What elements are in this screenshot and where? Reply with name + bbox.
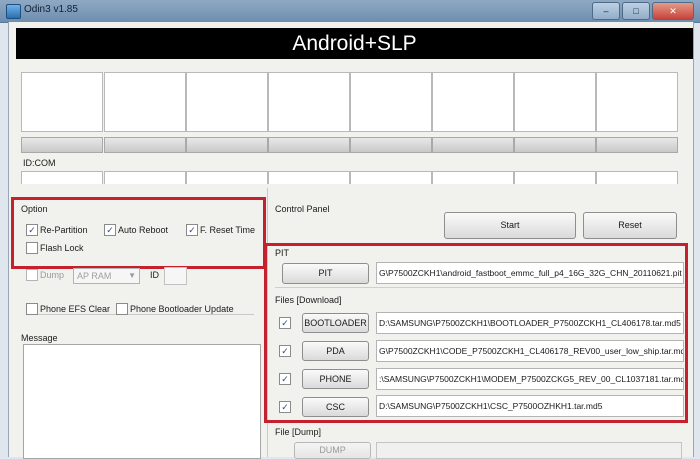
pit-button[interactable]: PIT [282, 263, 369, 284]
odin-app-icon [6, 4, 21, 19]
dump-checkbox[interactable] [26, 269, 38, 281]
maximize-button[interactable]: □ [622, 2, 650, 20]
auto-reboot-checkbox[interactable]: ✓ [104, 224, 116, 236]
id-com-slot [186, 171, 268, 184]
window-controls: – □ ✕ [590, 2, 694, 20]
id-com-slot [268, 171, 350, 184]
f-reset-time-label: F. Reset Time [200, 225, 256, 235]
phone-checkbox[interactable]: ✓ [279, 373, 291, 385]
f-reset-time-checkbox[interactable]: ✓ [186, 224, 198, 236]
device-slot-box [186, 72, 268, 132]
id-input[interactable] [164, 267, 187, 285]
close-button[interactable]: ✕ [652, 2, 694, 20]
re-partition-checkbox[interactable]: ✓ [26, 224, 38, 236]
slot-progress-bar [21, 137, 103, 153]
slot-progress-bar [432, 137, 514, 153]
odin-main-window: Android+SLP ID:COM Option ✓ Re-Partition… [8, 22, 694, 459]
slot-progress-bar [268, 137, 350, 153]
id-com-slot [21, 171, 103, 184]
option-separator [31, 314, 254, 315]
slot-progress-bar [596, 137, 678, 153]
device-slot-box [514, 72, 596, 132]
dump-button[interactable]: DUMP [294, 442, 371, 459]
csc-button[interactable]: CSC [302, 397, 369, 417]
id-com-label: ID:COM [23, 158, 56, 168]
id-com-slot [350, 171, 432, 184]
re-partition-label: Re-Partition [40, 225, 88, 235]
id-com-slot [432, 171, 514, 184]
csc-checkbox[interactable]: ✓ [279, 401, 291, 413]
pda-file-path[interactable]: G\P7500ZCKH1\CODE_P7500ZCKH1_CL406178_RE… [376, 340, 684, 362]
auto-reboot-label: Auto Reboot [118, 225, 169, 235]
dump-file-path[interactable] [376, 442, 682, 459]
id-com-slot [104, 171, 186, 184]
dump-label: Dump [40, 270, 65, 280]
phone-file-path[interactable]: :\SAMSUNG\P7500ZCKH1\MODEM_P7500ZCKG5_RE… [376, 368, 684, 390]
ap-ram-value: AP RAM [77, 271, 112, 281]
flash-lock-checkbox[interactable] [26, 242, 38, 254]
chevron-down-icon: ▼ [128, 271, 136, 280]
message-log[interactable] [23, 344, 261, 459]
slot-progress-bar [104, 137, 186, 153]
title-bar: Odin3 v1.85 – □ ✕ [0, 0, 700, 23]
device-slot-box [596, 72, 678, 132]
slot-progress-bar [186, 137, 268, 153]
ap-ram-select[interactable]: AP RAM ▼ [73, 268, 140, 284]
slot-progress-bar [350, 137, 432, 153]
start-button[interactable]: Start [444, 212, 576, 239]
minimize-button[interactable]: – [592, 2, 620, 20]
pit-file-path[interactable]: G\P7500ZCKH1\android_fastboot_emmc_full_… [376, 262, 684, 284]
pda-checkbox[interactable]: ✓ [279, 345, 291, 357]
id-label: ID [150, 270, 159, 280]
flash-lock-label: Flash Lock [40, 243, 84, 253]
pit-separator [275, 287, 685, 288]
bootloader-file-path[interactable]: D:\SAMSUNG\P7500ZCKH1\BOOTLOADER_P7500ZC… [376, 312, 684, 334]
message-label: Message [21, 333, 58, 343]
device-slot-box [350, 72, 432, 132]
bootloader-checkbox[interactable]: ✓ [279, 317, 291, 329]
phone-efs-clear-label: Phone EFS Clear [40, 304, 111, 314]
device-slot-box [432, 72, 514, 132]
file-dump-label: File [Dump] [275, 427, 322, 437]
device-slot-box [21, 72, 103, 132]
id-com-slot [514, 171, 596, 184]
device-slot-box [104, 72, 186, 132]
slot-progress-bar [514, 137, 596, 153]
control-panel-label: Control Panel [275, 204, 330, 214]
phone-efs-clear-checkbox[interactable] [26, 303, 38, 315]
pit-label: PIT [275, 248, 290, 258]
bootloader-button[interactable]: BOOTLOADER [302, 313, 369, 333]
option-group-title: Option [21, 204, 48, 214]
model-banner: Android+SLP [16, 28, 693, 59]
phone-button[interactable]: PHONE [302, 369, 369, 389]
device-slot-box [268, 72, 350, 132]
phone-bootloader-update-label: Phone Bootloader Update [130, 304, 234, 314]
pda-button[interactable]: PDA [302, 341, 369, 361]
files-download-label: Files [Download] [275, 295, 342, 305]
window-title: Odin3 v1.85 [24, 4, 78, 15]
reset-button[interactable]: Reset [583, 212, 677, 239]
id-com-slot [596, 171, 678, 184]
csc-file-path[interactable]: D:\SAMSUNG\P7500ZCKH1\CSC_P7500OZHKH1.ta… [376, 395, 684, 417]
phone-bootloader-update-checkbox[interactable] [116, 303, 128, 315]
